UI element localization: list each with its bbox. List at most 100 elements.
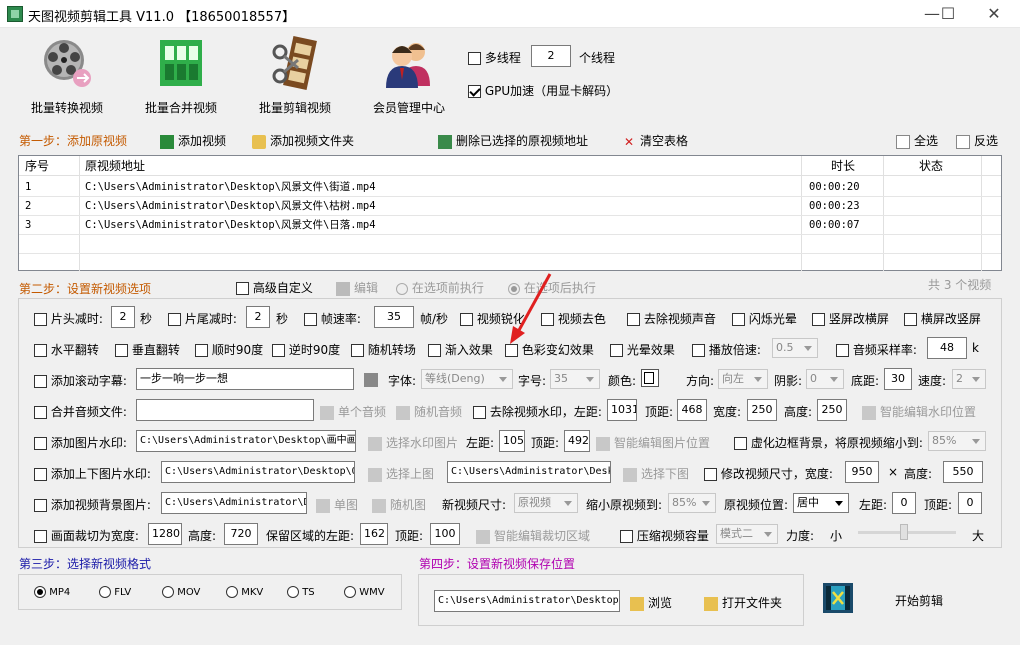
- flash-checkbox[interactable]: [732, 313, 745, 326]
- sample-rate-input[interactable]: 48: [927, 337, 967, 359]
- shadow-select[interactable]: 0: [806, 369, 844, 389]
- bg-left-input[interactable]: 0: [892, 492, 916, 514]
- multithread-checkbox[interactable]: [468, 52, 481, 65]
- watermark-left-input[interactable]: 1031: [607, 399, 637, 421]
- watermark-width-input[interactable]: 250: [747, 399, 777, 421]
- format-mov[interactable]: MOV: [162, 586, 200, 598]
- sharpen-checkbox[interactable]: [460, 313, 473, 326]
- speed-select[interactable]: 0.5: [772, 338, 818, 358]
- ccw90-option[interactable]: 逆时90度: [272, 341, 340, 358]
- background-image-checkbox[interactable]: [34, 499, 47, 512]
- fadein-checkbox[interactable]: [428, 344, 441, 357]
- single-audio-button[interactable]: 单个音频: [320, 403, 386, 420]
- gpu-option[interactable]: GPU加速（用显卡解码）: [468, 82, 618, 99]
- invert-selection-button[interactable]: 反选: [956, 132, 998, 149]
- head-cut-input[interactable]: 2: [111, 306, 135, 328]
- gpu-checkbox[interactable]: [468, 85, 481, 98]
- new-size-select[interactable]: 原视频: [514, 493, 578, 513]
- light-effect-option[interactable]: 光晕效果: [610, 341, 675, 358]
- format-mp4[interactable]: MP4: [34, 586, 70, 598]
- audio-path-input[interactable]: [136, 399, 314, 421]
- start-edit-icon[interactable]: [822, 582, 854, 614]
- font-size-select[interactable]: 35: [550, 369, 600, 389]
- resize-width-input[interactable]: 950: [845, 461, 879, 483]
- top-image-path[interactable]: C:\Users\Administrator\Desktop\Q: [161, 461, 355, 483]
- merge-audio-option[interactable]: 合并音频文件:: [34, 403, 127, 420]
- add-folder-button[interactable]: 添加视频文件夹: [252, 132, 354, 149]
- bottom-margin-input[interactable]: 30: [884, 368, 912, 390]
- fps-input[interactable]: 35: [374, 306, 414, 328]
- sample-rate-option[interactable]: 音频采样率:: [836, 341, 917, 358]
- subtitle-option[interactable]: 添加滚动字幕:: [34, 372, 127, 389]
- col-header-duration[interactable]: 时长: [831, 156, 855, 176]
- advanced-option[interactable]: 高级自定义: [236, 279, 313, 296]
- edit-button[interactable]: 编辑: [336, 279, 378, 296]
- speed-checkbox[interactable]: [692, 344, 705, 357]
- cw90-option[interactable]: 顺时90度: [195, 341, 263, 358]
- mute-checkbox[interactable]: [627, 313, 640, 326]
- tail-cut-checkbox[interactable]: [168, 313, 181, 326]
- fadein-option[interactable]: 渐入效果: [428, 341, 493, 358]
- single-image-button[interactable]: 单图: [316, 496, 358, 513]
- image-watermark-path[interactable]: C:\Users\Administrator\Desktop\画中画: [136, 430, 356, 452]
- random-audio-button[interactable]: 随机音频: [396, 403, 462, 420]
- top-bottom-watermark-option[interactable]: 添加上下图片水印:: [34, 465, 151, 482]
- batch-convert-button[interactable]: 批量转换视频: [12, 36, 122, 116]
- mute-option[interactable]: 去除视频声音: [627, 310, 716, 327]
- clear-table-button[interactable]: ✕ 清空表格: [622, 132, 688, 149]
- keep-top-input[interactable]: 100: [430, 523, 460, 545]
- crop-checkbox[interactable]: [34, 530, 47, 543]
- select-top-image-button[interactable]: 选择上图: [368, 465, 434, 482]
- subtitle-input[interactable]: 一步一响一步一想: [136, 368, 354, 390]
- crop-width-input[interactable]: 1280: [148, 523, 182, 545]
- cw90-checkbox[interactable]: [195, 344, 208, 357]
- browse-button[interactable]: 浏览: [630, 594, 672, 611]
- fps-checkbox[interactable]: [304, 313, 317, 326]
- resize-height-input[interactable]: 550: [943, 461, 983, 483]
- vflip-checkbox[interactable]: [115, 344, 128, 357]
- image-left-input[interactable]: 1055: [499, 430, 525, 452]
- compress-option[interactable]: 压缩视频容量: [620, 527, 709, 544]
- select-bottom-image-button[interactable]: 选择下图: [623, 465, 689, 482]
- text-style-icon[interactable]: [364, 373, 378, 387]
- thread-count-input[interactable]: 2: [531, 45, 571, 67]
- col-header-path[interactable]: 原视频地址: [85, 156, 145, 176]
- image-watermark-checkbox[interactable]: [34, 437, 47, 450]
- subtitle-checkbox[interactable]: [34, 375, 47, 388]
- top-bottom-watermark-checkbox[interactable]: [34, 468, 47, 481]
- remove-watermark-option[interactable]: 去除视频水印，左距:: [473, 403, 602, 420]
- speed-option[interactable]: 播放倍速:: [692, 341, 761, 358]
- direction-select[interactable]: 向左: [718, 369, 768, 389]
- col-header-status[interactable]: 状态: [919, 156, 943, 176]
- crop-option[interactable]: 画面裁切为宽度:: [34, 527, 139, 544]
- fps-option[interactable]: 帧速率:: [304, 310, 361, 327]
- blur-background-checkbox[interactable]: [734, 437, 747, 450]
- light-effect-checkbox[interactable]: [610, 344, 623, 357]
- format-mov-radio[interactable]: [162, 586, 174, 598]
- sample-rate-checkbox[interactable]: [836, 344, 849, 357]
- multithread-option[interactable]: 多线程: [468, 49, 521, 66]
- ccw90-checkbox[interactable]: [272, 344, 285, 357]
- format-ts[interactable]: TS: [287, 586, 315, 598]
- format-mkv-radio[interactable]: [226, 586, 238, 598]
- video-table[interactable]: 序号 原视频地址 时长 状态 1 C:\Users\Administrator\…: [18, 155, 1002, 271]
- flash-option[interactable]: 闪烁光晕: [732, 310, 797, 327]
- shrink-select[interactable]: 85%: [668, 493, 716, 513]
- h2v-checkbox[interactable]: [904, 313, 917, 326]
- col-header-no[interactable]: 序号: [25, 156, 49, 176]
- blur-background-option[interactable]: 虚化边框背景，将原视频缩小到:: [734, 434, 923, 451]
- blur-scale-select[interactable]: 85%: [928, 431, 986, 451]
- bg-top-input[interactable]: 0: [958, 492, 982, 514]
- hflip-option[interactable]: 水平翻转: [34, 341, 99, 358]
- v2h-checkbox[interactable]: [812, 313, 825, 326]
- image-watermark-option[interactable]: 添加图片水印:: [34, 434, 127, 451]
- scroll-speed-select[interactable]: 2: [952, 369, 986, 389]
- smart-watermark-button[interactable]: 智能编辑水印位置: [862, 403, 976, 420]
- force-slider-thumb[interactable]: [900, 524, 908, 540]
- position-select[interactable]: 居中: [793, 493, 849, 513]
- watermark-top-input[interactable]: 468: [677, 399, 707, 421]
- advanced-checkbox[interactable]: [236, 282, 249, 295]
- add-video-button[interactable]: 添加视频: [160, 132, 226, 149]
- resize-option[interactable]: 修改视频尺寸，宽度:: [704, 465, 833, 482]
- remove-watermark-checkbox[interactable]: [473, 406, 486, 419]
